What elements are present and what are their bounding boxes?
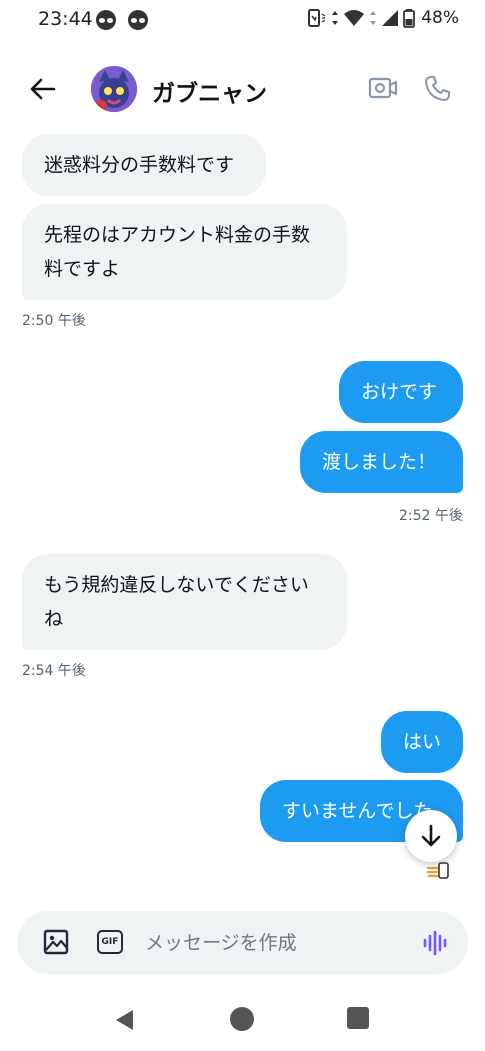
message-timestamp: 2:52 午後 xyxy=(399,508,463,524)
status-time: 23:44 xyxy=(38,8,93,30)
nav-home-button[interactable] xyxy=(230,1007,254,1031)
message-composer: GIF xyxy=(17,911,468,974)
message-input[interactable] xyxy=(145,928,405,958)
voice-call-button[interactable] xyxy=(420,70,456,106)
phone-icon xyxy=(425,76,450,101)
notification-app-icon xyxy=(128,10,148,30)
message-timestamp: 2:50 午後 xyxy=(22,313,86,329)
message-outgoing[interactable]: はい xyxy=(381,711,463,773)
avatar-image xyxy=(91,66,137,112)
message-text: はい xyxy=(403,731,442,753)
video-camera-icon xyxy=(368,77,398,99)
message-text-line: もう規約違反しないでください xyxy=(44,574,309,596)
voice-message-button[interactable] xyxy=(422,930,448,956)
avatar[interactable] xyxy=(91,66,137,112)
message-text: 迷惑料分の手数料です xyxy=(44,154,235,176)
wifi-icon xyxy=(344,10,365,26)
message-text-line: 料ですよ xyxy=(44,258,121,280)
scroll-to-bottom-button[interactable] xyxy=(405,810,457,862)
vibrate-icon xyxy=(308,9,326,27)
voice-waveform-icon xyxy=(423,930,447,956)
message-incoming[interactable]: 迷惑料分の手数料です xyxy=(22,134,266,196)
back-button[interactable] xyxy=(26,72,60,106)
conversation-header: ガブニャン xyxy=(0,52,485,124)
system-nav-bar xyxy=(0,990,485,1051)
gif-button[interactable]: GIF xyxy=(97,930,123,954)
nav-recents-button[interactable] xyxy=(347,1007,369,1029)
message-outgoing[interactable]: 渡しました！ xyxy=(300,431,463,493)
message-timestamp: 2:54 午後 xyxy=(22,663,86,679)
status-icons: 48% xyxy=(303,8,459,28)
status-bar: 23:44 48% xyxy=(0,0,485,40)
message-incoming[interactable]: 先程のはアカウント料金の手数 料ですよ xyxy=(22,204,347,300)
data-arrows-icon xyxy=(332,11,339,25)
message-text-line: 先程のはアカウント料金の手数 xyxy=(44,224,311,246)
message-text-line: ね xyxy=(44,608,64,630)
message-incoming[interactable]: もう規約違反しないでください ね xyxy=(22,554,347,650)
data-arrows-icon xyxy=(370,11,377,25)
gif-label: GIF xyxy=(101,937,119,947)
arrow-down-icon xyxy=(421,824,441,847)
cell-signal-icon xyxy=(382,10,399,26)
notification-app-icon xyxy=(96,10,116,30)
image-icon xyxy=(43,929,69,955)
nav-back-icon[interactable] xyxy=(113,1008,135,1032)
add-image-button[interactable] xyxy=(43,929,69,955)
battery-percent: 48% xyxy=(421,8,459,28)
video-call-button[interactable] xyxy=(365,70,401,106)
message-outgoing[interactable]: おけです xyxy=(339,361,463,423)
message-text: 渡しました！ xyxy=(322,451,437,473)
contact-name[interactable]: ガブニャン xyxy=(152,74,267,108)
battery-icon xyxy=(403,9,416,28)
arrow-left-icon xyxy=(30,78,56,100)
message-text: おけです xyxy=(361,381,438,403)
